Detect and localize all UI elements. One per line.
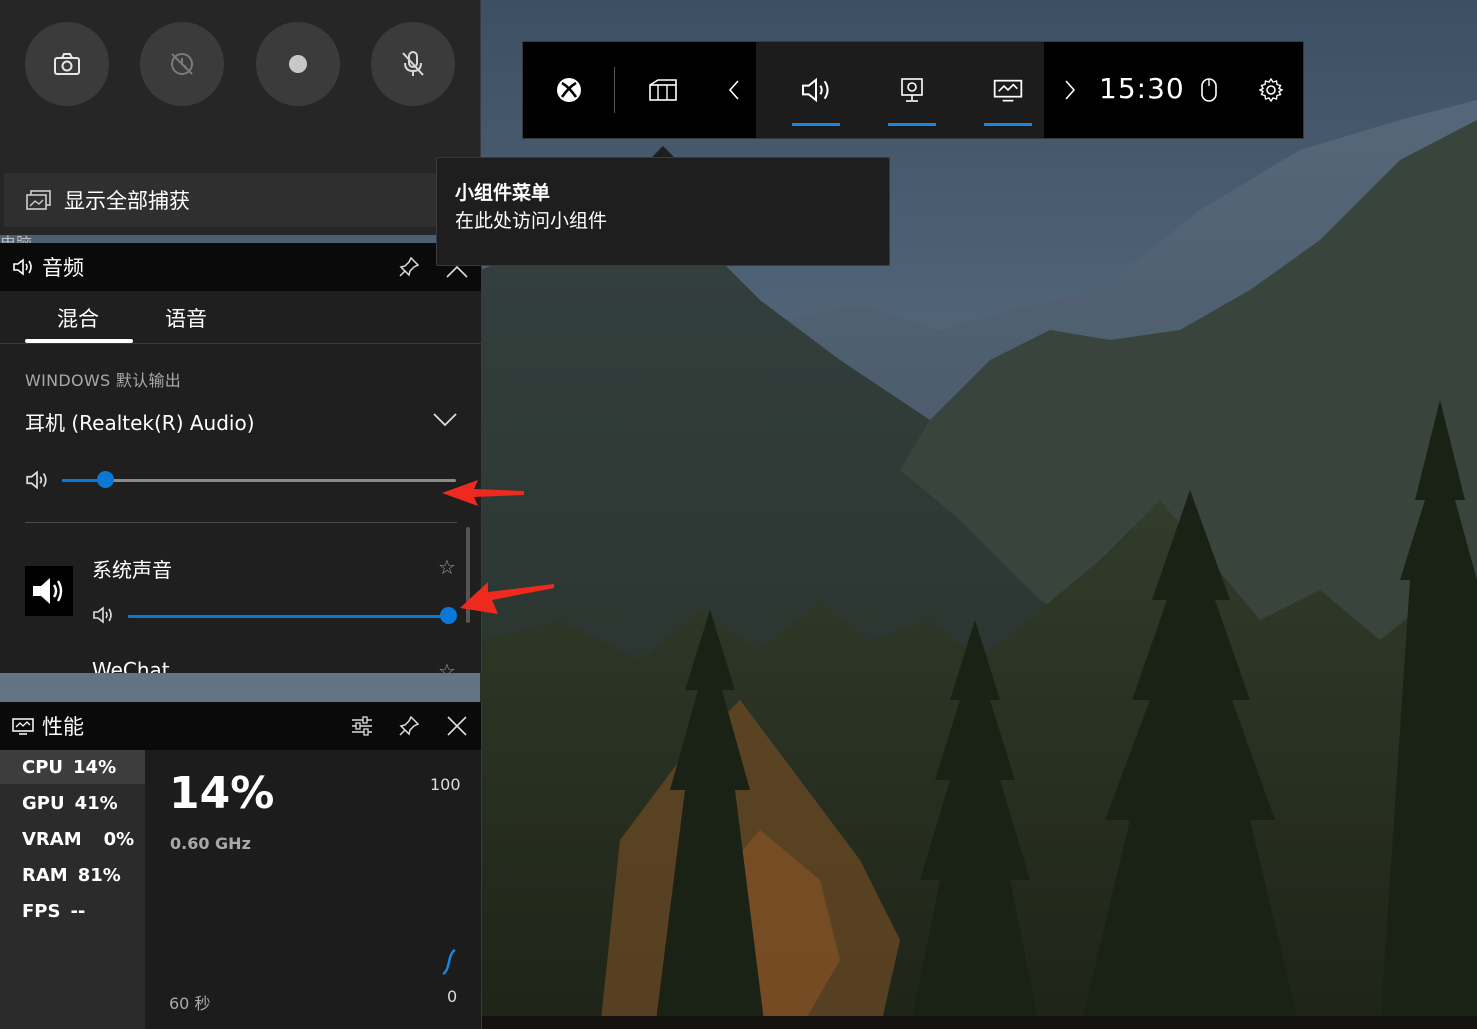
pinned-widgets-group: [756, 42, 1044, 138]
app-icon-system-sounds: [25, 566, 73, 616]
record-last-button[interactable]: [140, 22, 224, 106]
scroll-left-button[interactable]: [719, 42, 749, 138]
stat-value: 0%: [103, 828, 135, 850]
tooltip-subtitle: 在此处访问小组件: [455, 210, 608, 232]
performance-widget: 性能 CPU 14% GPU 41% VRAM 0% RAM 81% FPS -…: [0, 702, 482, 1029]
big-usage-value: 14%: [169, 768, 275, 819]
xbox-logo-icon: [557, 78, 581, 102]
cpu-frequency: 0.60 GHz: [170, 834, 251, 853]
speaker-icon: [33, 578, 63, 604]
performance-graph: 14% 0.60 GHz 100 0 60 秒: [145, 750, 481, 1029]
mic-toggle-button[interactable]: [371, 22, 455, 106]
time-window-label: 60 秒: [169, 994, 211, 1013]
mic-off-icon: [402, 51, 424, 76]
audio-title-bar[interactable]: 音频: [0, 243, 481, 291]
speaker-icon: [801, 77, 829, 103]
stat-row-vram[interactable]: VRAM 0%: [0, 822, 145, 856]
stat-row-gpu[interactable]: GPU 41%: [0, 786, 145, 820]
app-name-wechat: WeChat: [92, 658, 170, 673]
tab-voice[interactable]: 语音: [165, 303, 207, 333]
performance-stats-list: CPU 14% GPU 41% VRAM 0% RAM 81% FPS --: [0, 750, 145, 1029]
stat-value: 41%: [74, 792, 118, 814]
axis-min-label: 0: [447, 987, 458, 1006]
widget-menu-tooltip: 小组件菜单 在此处访问小组件: [436, 157, 890, 266]
stat-label: VRAM: [22, 828, 82, 850]
master-volume-slider[interactable]: [62, 471, 456, 489]
audio-widget: 音频 混合 语音 WINDOWS 默认输出 耳机 (Realtek(R) Aud…: [0, 243, 482, 673]
performance-title-bar[interactable]: 性能: [0, 702, 481, 750]
axis-max-label: 100: [430, 775, 461, 794]
active-underline: [888, 123, 936, 126]
close-icon[interactable]: [447, 716, 467, 736]
audio-title: 音频: [42, 256, 84, 280]
audio-tabs: 混合 语音: [0, 291, 481, 344]
speaker-icon: [13, 258, 32, 276]
stat-row-cpu[interactable]: CPU 14%: [0, 750, 145, 784]
stat-row-ram[interactable]: RAM 81%: [0, 858, 145, 892]
record-last-icon: [171, 53, 193, 75]
show-all-captures-label: 显示全部捕获: [64, 189, 190, 213]
master-volume-icon[interactable]: [25, 470, 49, 490]
stat-label: FPS: [22, 900, 61, 922]
monitor-chart-icon: [12, 718, 34, 735]
pin-icon[interactable]: [398, 256, 420, 278]
game-bar-toolbar: 15:30: [522, 41, 1304, 139]
gear-icon: [1258, 77, 1284, 103]
gallery-icon: [26, 190, 51, 210]
screenshot-button[interactable]: [25, 22, 109, 106]
divider: [25, 522, 457, 523]
stat-label: GPU: [22, 792, 65, 814]
chevron-left-icon: [728, 80, 739, 100]
widget-menu-button[interactable]: [635, 42, 691, 138]
system-sounds-volume-fill: [128, 615, 448, 618]
collapse-chevron-icon[interactable]: [445, 265, 469, 279]
stat-value: --: [70, 900, 86, 922]
xbox-button[interactable]: [541, 42, 597, 138]
pin-icon[interactable]: [398, 715, 420, 737]
monitor-chart-icon: [993, 79, 1023, 102]
record-dot-icon: [289, 55, 307, 73]
stat-label: CPU: [22, 756, 64, 778]
tab-mix[interactable]: 混合: [57, 303, 99, 333]
app-name-system-sounds: 系统声音: [92, 558, 172, 582]
favorite-star-icon[interactable]: ☆: [438, 659, 456, 673]
settings-button[interactable]: [1251, 42, 1291, 138]
annotation-arrow: [460, 582, 554, 614]
scroll-right-button[interactable]: [1055, 42, 1085, 138]
chevron-down-icon[interactable]: [432, 412, 458, 428]
active-tab-indicator: [25, 339, 133, 343]
performance-title: 性能: [42, 715, 84, 739]
system-sounds-volume-slider[interactable]: [128, 607, 457, 625]
tooltip-title: 小组件菜单: [455, 182, 551, 204]
annotation-arrow: [442, 480, 524, 506]
mouse-lock-button[interactable]: [1191, 42, 1227, 138]
settings-sliders-icon[interactable]: [350, 715, 374, 737]
master-volume-thumb[interactable]: [97, 471, 114, 488]
favorite-star-icon[interactable]: ☆: [438, 555, 456, 579]
clock: 15:30: [1099, 72, 1185, 105]
camera-icon: [54, 53, 80, 75]
chevron-right-icon: [1065, 80, 1076, 100]
cpu-usage-line: [442, 948, 456, 976]
app-volume-icon[interactable]: [92, 606, 114, 624]
show-all-captures-button[interactable]: 显示全部捕获: [4, 173, 480, 227]
tooltip-notch: [652, 146, 674, 157]
toolbar-separator: [614, 67, 615, 113]
widget-menu-icon: [649, 79, 677, 101]
mouse-icon: [1201, 78, 1217, 102]
stat-value: 14%: [73, 756, 117, 778]
system-sounds-volume-thumb[interactable]: [440, 607, 457, 624]
stat-value: 81%: [77, 864, 121, 886]
active-underline: [984, 123, 1032, 126]
capture-widget: 显示全部捕获 电脑: [0, 0, 481, 253]
output-device-select[interactable]: 耳机 (Realtek(R) Audio): [25, 407, 255, 436]
start-recording-button[interactable]: [256, 22, 340, 106]
stat-row-fps[interactable]: FPS --: [0, 894, 145, 928]
active-underline: [792, 123, 840, 126]
stat-label: RAM: [22, 864, 68, 886]
capture-icon: [901, 78, 923, 102]
default-output-label: WINDOWS 默认输出: [25, 371, 182, 390]
